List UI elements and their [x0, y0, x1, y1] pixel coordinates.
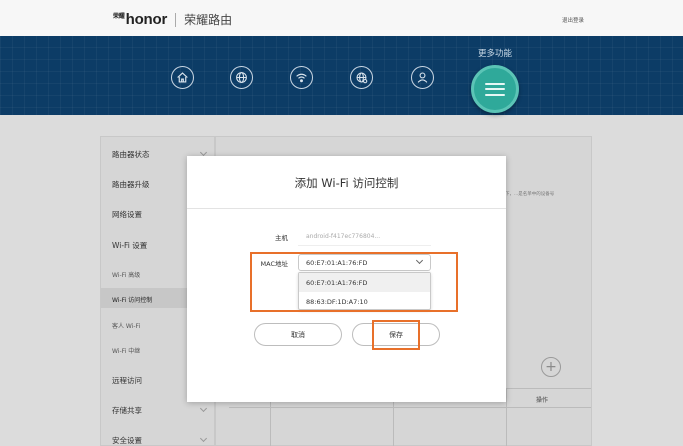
dialog-title: 添加 Wi-Fi 访问控制: [294, 176, 399, 190]
logo-divider: [175, 12, 177, 27]
sidebar-item-security[interactable]: 安全设置: [112, 435, 142, 446]
hint-text: 下，...是名单中的设备号: [505, 192, 555, 197]
sidebar-item-guest-wifi[interactable]: 客人 Wi-Fi: [112, 321, 140, 330]
sidebar-item-network[interactable]: 网络设置: [112, 209, 142, 220]
sidebar-item-router-upgrade[interactable]: 路由器升级: [112, 179, 150, 190]
host-input[interactable]: android-f417ec776804...: [298, 228, 431, 246]
mac-highlight-box: [250, 252, 458, 312]
product-name: 荣耀路由: [184, 13, 233, 27]
wifi-icon[interactable]: [290, 66, 313, 89]
chevron-down-icon: [199, 404, 208, 413]
user-icon[interactable]: [411, 66, 434, 89]
table-header-operation: 操作: [536, 397, 549, 404]
more-features-label: 更多功能: [478, 49, 513, 59]
sidebar-item-wifi[interactable]: Wi-Fi 设置: [112, 240, 147, 251]
host-label: 主机: [275, 234, 288, 242]
sidebar-item-router-status[interactable]: 路由器状态: [112, 149, 150, 160]
sidebar-item-wifi-advanced[interactable]: Wi-Fi 高级: [112, 270, 140, 279]
dialog-divider: [187, 208, 506, 209]
table-column-divider: [506, 388, 507, 446]
network-icon[interactable]: [350, 66, 373, 89]
logout-link[interactable]: 退出登录: [562, 16, 584, 24]
more-features-button[interactable]: [471, 65, 519, 113]
home-icon[interactable]: [171, 66, 194, 89]
cancel-button[interactable]: 取消: [254, 323, 342, 346]
sidebar-item-remote-access[interactable]: 远程访问: [112, 375, 142, 386]
sidebar-item-storage-share[interactable]: 存储共享: [112, 405, 142, 416]
add-device-button[interactable]: +: [541, 357, 561, 377]
chevron-down-icon: [199, 434, 208, 443]
save-highlight-box: [372, 320, 420, 350]
sidebar-item-wifi-access-control[interactable]: Wi-Fi 访问控制: [112, 295, 152, 304]
main-nav: 更多功能: [0, 36, 683, 115]
menu-icon: [485, 82, 505, 96]
honor-logo: 荣耀honor: [113, 11, 168, 28]
top-header: 荣耀honor 荣耀路由 退出登录: [0, 0, 683, 36]
globe-icon[interactable]: [230, 66, 253, 89]
sidebar-item-wifi-relay[interactable]: Wi-Fi 中继: [112, 346, 140, 355]
brand-logo: 荣耀honor 荣耀路由: [113, 11, 232, 28]
chevron-down-icon: [199, 148, 208, 157]
